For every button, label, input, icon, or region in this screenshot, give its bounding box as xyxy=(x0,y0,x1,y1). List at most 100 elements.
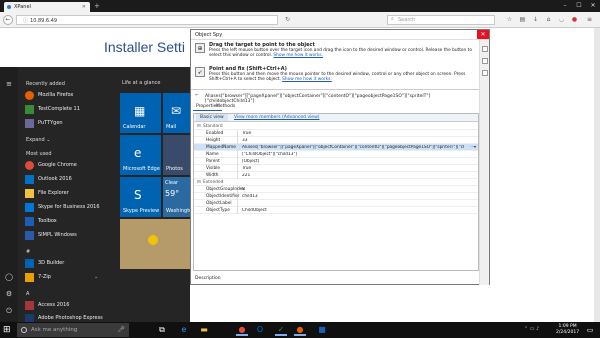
back-button[interactable]: ← xyxy=(3,15,13,25)
target-icon[interactable]: ⊕ xyxy=(195,43,205,53)
tile-label: Calendar xyxy=(123,124,146,130)
point-and-fix-icon[interactable]: ➶ xyxy=(195,67,205,77)
highlight-icon[interactable] xyxy=(482,58,488,64)
prop-row[interactable]: Visible True xyxy=(194,165,478,172)
maximize-button[interactable]: ☐ xyxy=(572,0,586,12)
close-button[interactable]: ✕ xyxy=(477,30,489,39)
task-view-icon[interactable]: ⧉ xyxy=(156,324,168,336)
point-help-link[interactable]: Show me how it works. xyxy=(282,77,332,82)
app-item-puttygen[interactable]: PuTTYgen xyxy=(24,117,112,129)
app-item-chrome[interactable]: Google Chrome xyxy=(24,159,112,171)
pin-icon[interactable] xyxy=(482,46,488,52)
prop-row[interactable]: Name ["ChildObject"]["child13"] xyxy=(194,151,478,158)
app-label: Access 2016 xyxy=(38,302,70,308)
back-arrow-icon[interactable]: ← xyxy=(195,93,199,98)
tile-edge[interactable]: e Microsoft Edge xyxy=(120,135,161,175)
notifications-icon[interactable]: ▭ xyxy=(584,324,596,336)
drag-help-link[interactable]: Show me how it works. xyxy=(273,53,323,58)
basic-view-button[interactable]: Basic view xyxy=(196,114,228,121)
app-item-toolbox[interactable]: Toolbox xyxy=(24,215,112,227)
tile-calendar[interactable]: ▦ Calendar xyxy=(120,93,161,133)
chrome-taskbar-icon[interactable]: ● xyxy=(236,324,248,336)
toolbox-icon xyxy=(25,217,34,226)
tab-methods[interactable]: Methods xyxy=(213,103,238,110)
tile-photos[interactable]: Photos xyxy=(163,135,190,175)
prop-name: Enabled xyxy=(206,131,224,136)
edge-taskbar-icon[interactable]: e xyxy=(178,324,190,336)
user-icon[interactable]: ◯ xyxy=(4,272,14,282)
prop-row[interactable]: ObjectIdentifier child13 xyxy=(194,193,478,200)
menu-icon[interactable]: ≡ xyxy=(585,15,594,24)
reload-icon[interactable]: ↻ xyxy=(285,16,290,23)
close-tab-icon[interactable]: ✕ xyxy=(82,4,86,10)
tile-skype[interactable]: S Skype Preview xyxy=(120,177,161,217)
tiles-header: Life at a glance xyxy=(122,80,161,86)
app-item-3d-builder[interactable]: 3D Builder xyxy=(24,257,112,269)
new-tab-button[interactable]: + xyxy=(94,2,100,10)
page-scrollbar[interactable] xyxy=(594,28,600,323)
app-item-photoshop-express[interactable]: Adobe Photoshop Express xyxy=(24,312,112,322)
home-icon[interactable]: ⌂ xyxy=(544,15,553,24)
clock[interactable]: 1:09 PM 2/24/2017 xyxy=(556,324,579,336)
weather-condition: Clear xyxy=(165,180,179,186)
prop-row[interactable]: Parent [Object] xyxy=(194,158,478,165)
point-description: Press this button and then move the mous… xyxy=(209,72,477,82)
pocket-icon[interactable]: ◡ xyxy=(557,15,566,24)
browser-tab[interactable]: XPanel ✕ xyxy=(4,2,90,12)
firefox-taskbar-icon[interactable]: ● xyxy=(294,324,306,336)
prop-row[interactable]: Height 33 xyxy=(194,137,478,144)
prop-name: Width xyxy=(206,173,219,178)
url-bar[interactable]: ⓘ 10.89.6.49 ↻ xyxy=(16,15,290,25)
prop-row-selected[interactable]: MappedName Aliases["browser"]["pageXpanel… xyxy=(194,144,478,151)
prop-row[interactable]: Width 221 xyxy=(194,172,478,179)
expand-label: Expand xyxy=(26,137,45,143)
tile-mail[interactable]: ✉ Mail xyxy=(163,93,190,133)
expand-link[interactable]: Expand ⌄ xyxy=(26,137,51,143)
app-item-7zip[interactable]: 7-Zip ⌄ xyxy=(24,271,112,283)
advanced-view-link[interactable]: View more members (Advanced view) xyxy=(234,115,320,120)
weather-temp: 59° xyxy=(165,189,180,198)
object-spy-title: Object Spy xyxy=(195,32,223,38)
section-standard[interactable]: ⊟ Standard xyxy=(194,123,478,130)
power-icon[interactable]: ⏻ xyxy=(4,306,14,316)
info-icon[interactable]: ⓘ xyxy=(23,18,28,24)
settings-gear-icon[interactable]: ⚙ xyxy=(4,289,14,299)
close-window-button[interactable]: ✕ xyxy=(586,0,600,12)
prop-row[interactable]: ObjectType ChildObject xyxy=(194,207,478,214)
prop-row[interactable]: ObjectGroupIndex 0 xyxy=(194,186,478,193)
file-explorer-taskbar-icon[interactable]: ▬ xyxy=(198,324,210,336)
app-item-firefox[interactable]: Mozilla Firefox xyxy=(24,89,112,101)
access-icon xyxy=(25,301,34,310)
download-icon[interactable]: ↓ xyxy=(531,15,540,24)
tile-photo-pin[interactable] xyxy=(120,219,190,269)
refresh-icon[interactable] xyxy=(482,70,488,76)
app-item-skype-business[interactable]: Skype for Business 2016 xyxy=(24,201,112,213)
star-icon[interactable]: ☆ xyxy=(505,15,514,24)
a-header[interactable]: A xyxy=(26,291,29,297)
cortana-search[interactable]: Ask me anything 🎤︎ xyxy=(17,323,129,337)
ellipsis-button[interactable]: ⋯▾ xyxy=(470,144,476,149)
app-item-testcomplete[interactable]: TestComplete 11 xyxy=(24,103,112,115)
addon-icon[interactable]: ● xyxy=(570,15,579,24)
hash-header[interactable]: # xyxy=(26,249,30,255)
search-bar[interactable]: ⌕ Search xyxy=(387,15,495,25)
app-item-outlook[interactable]: Outlook 2016 xyxy=(24,173,112,185)
prop-row[interactable]: ObjectLabel xyxy=(194,200,478,207)
section-extended[interactable]: ⊟ Extended xyxy=(194,179,478,186)
minimize-button[interactable]: – xyxy=(558,0,572,12)
object-path-bar[interactable]: ← Aliases["browser"]["pageXpanel"]["obje… xyxy=(193,92,477,104)
outlook-taskbar-icon[interactable]: O xyxy=(254,324,266,336)
windows-start-icon[interactable]: ⊞ xyxy=(3,325,13,335)
toolbox-taskbar-icon[interactable]: ■ xyxy=(316,324,328,336)
app-item-access[interactable]: Access 2016 xyxy=(24,299,112,311)
reading-list-icon[interactable]: ▤ xyxy=(518,15,527,24)
system-tray[interactable]: ⌃ ▭ ♪ xyxy=(524,326,539,332)
tile-weather[interactable]: Clear 59° Washington xyxy=(163,177,195,217)
hamburger-icon[interactable]: ≡ xyxy=(4,79,14,89)
microphone-icon[interactable]: 🎤︎ xyxy=(117,326,125,333)
prop-row[interactable]: Enabled True xyxy=(194,130,478,137)
testcomplete-taskbar-icon[interactable]: ✓ xyxy=(275,324,287,336)
app-item-file-explorer[interactable]: File Explorer xyxy=(24,187,112,199)
app-item-simpl[interactable]: SIMPL Windows xyxy=(24,229,112,241)
collapse-icon: ⊟ xyxy=(197,124,201,129)
